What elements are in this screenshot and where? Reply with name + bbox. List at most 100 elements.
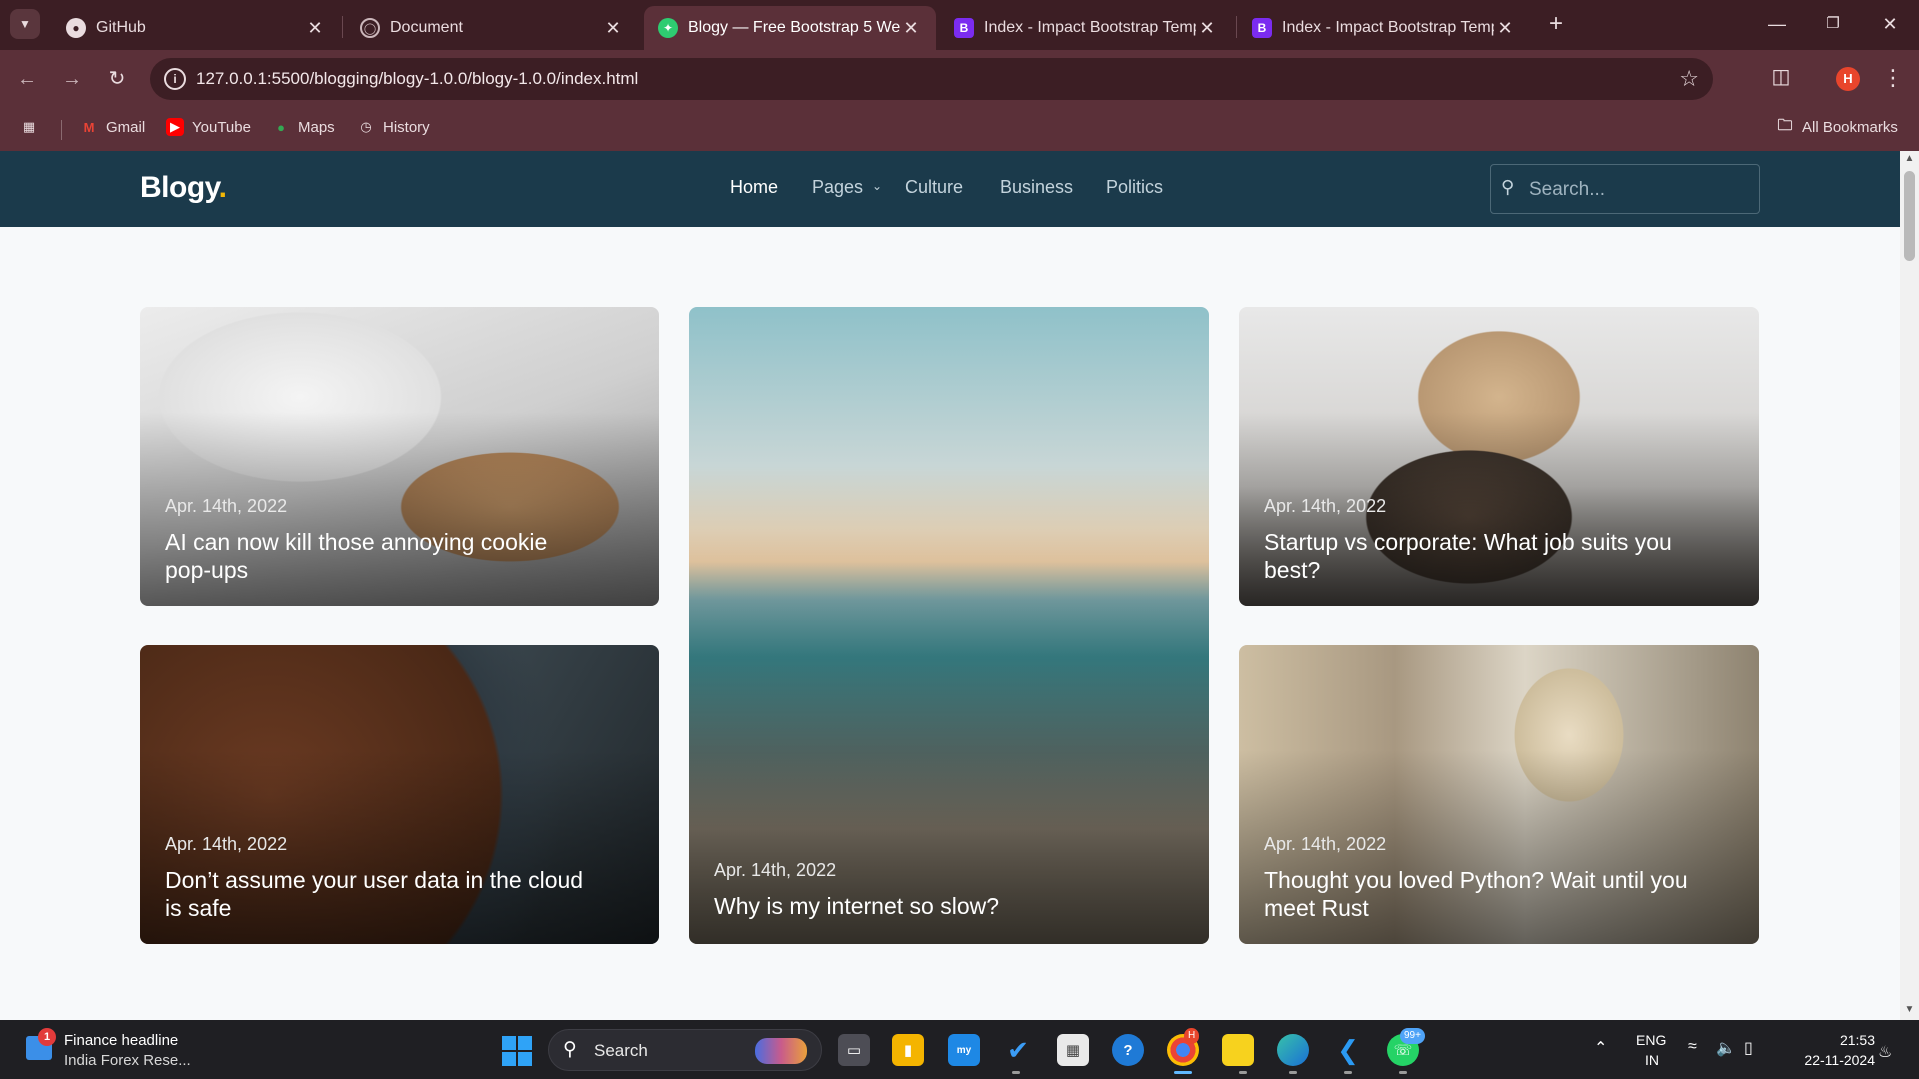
logo-dot: . bbox=[218, 171, 227, 204]
post-title[interactable]: AI can now kill those annoying cookie po… bbox=[165, 528, 589, 584]
bookmark-youtube[interactable]: ▶ YouTube bbox=[166, 118, 251, 136]
tab-search-button[interactable]: ▼ bbox=[10, 9, 40, 39]
maps-pin-icon: ● bbox=[277, 119, 285, 135]
post-card[interactable]: Apr. 14th, 2022 Startup vs corporate: Wh… bbox=[1239, 307, 1759, 606]
tab-blogy[interactable]: ✦ Blogy — Free Bootstrap 5 Webs ✕ bbox=[644, 6, 936, 50]
globe-icon: ◯ bbox=[360, 18, 380, 38]
bookmark-star-icon[interactable]: ☆ bbox=[1679, 66, 1699, 92]
start-button[interactable] bbox=[502, 1036, 532, 1066]
close-icon[interactable]: ✕ bbox=[1196, 18, 1218, 39]
news-headline-subtitle[interactable]: India Forex Rese... bbox=[64, 1052, 191, 1069]
tab-title: Document bbox=[390, 19, 463, 36]
running-indicator bbox=[1239, 1071, 1247, 1074]
post-date: Apr. 14th, 2022 bbox=[165, 834, 288, 854]
logo-text: Blogy bbox=[140, 171, 219, 204]
site-info-icon[interactable]: i bbox=[164, 68, 186, 90]
post-card[interactable]: Apr. 14th, 2022 AI can now kill those an… bbox=[140, 307, 659, 606]
post-date: Apr. 14th, 2022 bbox=[1264, 496, 1387, 516]
apps-button[interactable]: ▦ bbox=[20, 118, 46, 136]
wifi-icon[interactable]: ≈ bbox=[1688, 1038, 1697, 1056]
post-title[interactable]: Thought you loved Python? Wait until you… bbox=[1264, 866, 1689, 922]
scroll-down-arrow-icon[interactable]: ▼ bbox=[1900, 1004, 1919, 1018]
sticky-notes-icon[interactable] bbox=[1222, 1034, 1254, 1066]
post-title[interactable]: Startup vs corporate: What job suits you… bbox=[1264, 528, 1689, 584]
tab-github[interactable]: ● GitHub ✕ bbox=[52, 6, 340, 50]
gmail-icon: M bbox=[83, 119, 95, 135]
post-title[interactable]: Why is my internet so slow? bbox=[714, 892, 1139, 920]
all-bookmarks-button[interactable]: 🗀 All Bookmarks bbox=[1776, 117, 1898, 136]
taskbar-search[interactable]: ⚲ Search bbox=[548, 1029, 822, 1071]
chevron-up-icon[interactable]: ⌃ bbox=[1594, 1038, 1607, 1058]
bookmark-gmail[interactable]: M Gmail bbox=[80, 118, 146, 136]
running-indicator-active bbox=[1174, 1071, 1192, 1074]
tab-separator bbox=[342, 16, 343, 38]
tab-title: Index - Impact Bootstrap Templ bbox=[1282, 19, 1494, 36]
edge-icon[interactable] bbox=[1277, 1034, 1309, 1066]
notification-bell-icon[interactable]: ♨ bbox=[1878, 1042, 1892, 1062]
language-indicator[interactable]: ENG bbox=[1636, 1032, 1666, 1048]
nav-politics[interactable]: Politics bbox=[1106, 177, 1163, 198]
post-card-featured[interactable]: Apr. 14th, 2022 Why is my internet so sl… bbox=[689, 307, 1209, 944]
post-title[interactable]: Don’t assume your user data in the cloud… bbox=[165, 866, 589, 922]
nav-culture[interactable]: Culture bbox=[905, 177, 963, 198]
site-search-input[interactable]: ⚲ Search... bbox=[1490, 164, 1760, 214]
clock-time[interactable]: 21:53 bbox=[1830, 1032, 1875, 1048]
blogy-favicon-icon: ✦ bbox=[658, 18, 678, 38]
bookmark-history[interactable]: ◷ History bbox=[357, 118, 430, 136]
task-view-icon[interactable]: ▭ bbox=[838, 1034, 870, 1066]
close-icon[interactable]: ✕ bbox=[1494, 18, 1516, 39]
tab-separator bbox=[1236, 16, 1237, 38]
search-icon: ⚲ bbox=[1501, 177, 1515, 197]
help-icon[interactable]: ? bbox=[1112, 1034, 1144, 1066]
volume-icon[interactable]: 🔈 bbox=[1716, 1038, 1736, 1058]
nav-pages[interactable]: Pages bbox=[812, 177, 863, 198]
github-icon: ● bbox=[66, 18, 86, 38]
close-window-button[interactable]: ✕ bbox=[1872, 8, 1908, 40]
news-headline-title[interactable]: Finance headline bbox=[64, 1032, 178, 1049]
forward-button[interactable]: → bbox=[57, 64, 87, 94]
close-icon[interactable]: ✕ bbox=[602, 18, 624, 39]
minimize-button[interactable]: — bbox=[1759, 8, 1795, 40]
clock-date[interactable]: 22-11-2024 bbox=[1787, 1052, 1875, 1068]
all-bookmarks-label: All Bookmarks bbox=[1802, 118, 1898, 136]
extensions-icon[interactable]: ◫ bbox=[1766, 64, 1796, 94]
mytp-app-icon[interactable]: my bbox=[948, 1034, 980, 1066]
battery-icon[interactable]: ▯ bbox=[1744, 1038, 1753, 1058]
profile-avatar[interactable]: H bbox=[1836, 67, 1860, 91]
new-tab-button[interactable]: + bbox=[1541, 10, 1571, 40]
todo-check-icon[interactable]: ✔ bbox=[1002, 1034, 1034, 1066]
site-logo[interactable]: Blogy. bbox=[140, 171, 227, 205]
nav-business[interactable]: Business bbox=[1000, 177, 1073, 198]
back-button[interactable]: ← bbox=[12, 64, 42, 94]
tab-title: Blogy — Free Bootstrap 5 Webs bbox=[688, 19, 900, 36]
nav-home[interactable]: Home bbox=[730, 177, 778, 198]
bookmark-maps[interactable]: ● Maps bbox=[272, 118, 335, 136]
region-indicator[interactable]: IN bbox=[1645, 1052, 1659, 1068]
bookmark-label: Maps bbox=[298, 118, 335, 136]
restore-button[interactable]: ❐ bbox=[1815, 8, 1851, 40]
vscode-icon[interactable]: ❮ bbox=[1332, 1034, 1364, 1066]
bookmark-label: History bbox=[383, 118, 430, 136]
page-viewport: Blogy. Home Pages ⌄ Culture Business Pol… bbox=[0, 151, 1900, 1020]
address-bar[interactable]: i 127.0.0.1:5500/blogging/blogy-1.0.0/bl… bbox=[150, 58, 1713, 100]
reload-button[interactable]: ↻ bbox=[102, 64, 132, 94]
post-card[interactable]: Apr. 14th, 2022 Don’t assume your user d… bbox=[140, 645, 659, 944]
file-explorer-icon[interactable]: ▮ bbox=[892, 1034, 924, 1066]
scrollbar-thumb[interactable] bbox=[1904, 171, 1915, 261]
store-icon[interactable]: ▦ bbox=[1057, 1034, 1089, 1066]
chevron-down-icon[interactable]: ⌄ bbox=[872, 179, 882, 193]
close-icon[interactable]: ✕ bbox=[900, 18, 922, 39]
close-icon[interactable]: ✕ bbox=[304, 18, 326, 39]
bookmark-label: Gmail bbox=[106, 118, 146, 136]
tab-impact-1[interactable]: B Index - Impact Bootstrap Templ ✕ bbox=[940, 6, 1232, 50]
running-indicator bbox=[1344, 1071, 1352, 1074]
scroll-up-arrow-icon[interactable]: ▲ bbox=[1900, 153, 1919, 167]
whatsapp-badge: 99+ bbox=[1400, 1028, 1425, 1044]
tab-impact-2[interactable]: B Index - Impact Bootstrap Templ ✕ bbox=[1238, 6, 1530, 50]
post-date: Apr. 14th, 2022 bbox=[165, 496, 288, 516]
tab-document[interactable]: ◯ Document ✕ bbox=[346, 6, 638, 50]
chrome-profile-badge: H bbox=[1184, 1028, 1200, 1044]
page-scrollbar[interactable]: ▲ ▼ bbox=[1900, 151, 1919, 1020]
post-card[interactable]: Apr. 14th, 2022 Thought you loved Python… bbox=[1239, 645, 1759, 944]
more-menu-icon[interactable]: ⋮ bbox=[1882, 64, 1904, 94]
